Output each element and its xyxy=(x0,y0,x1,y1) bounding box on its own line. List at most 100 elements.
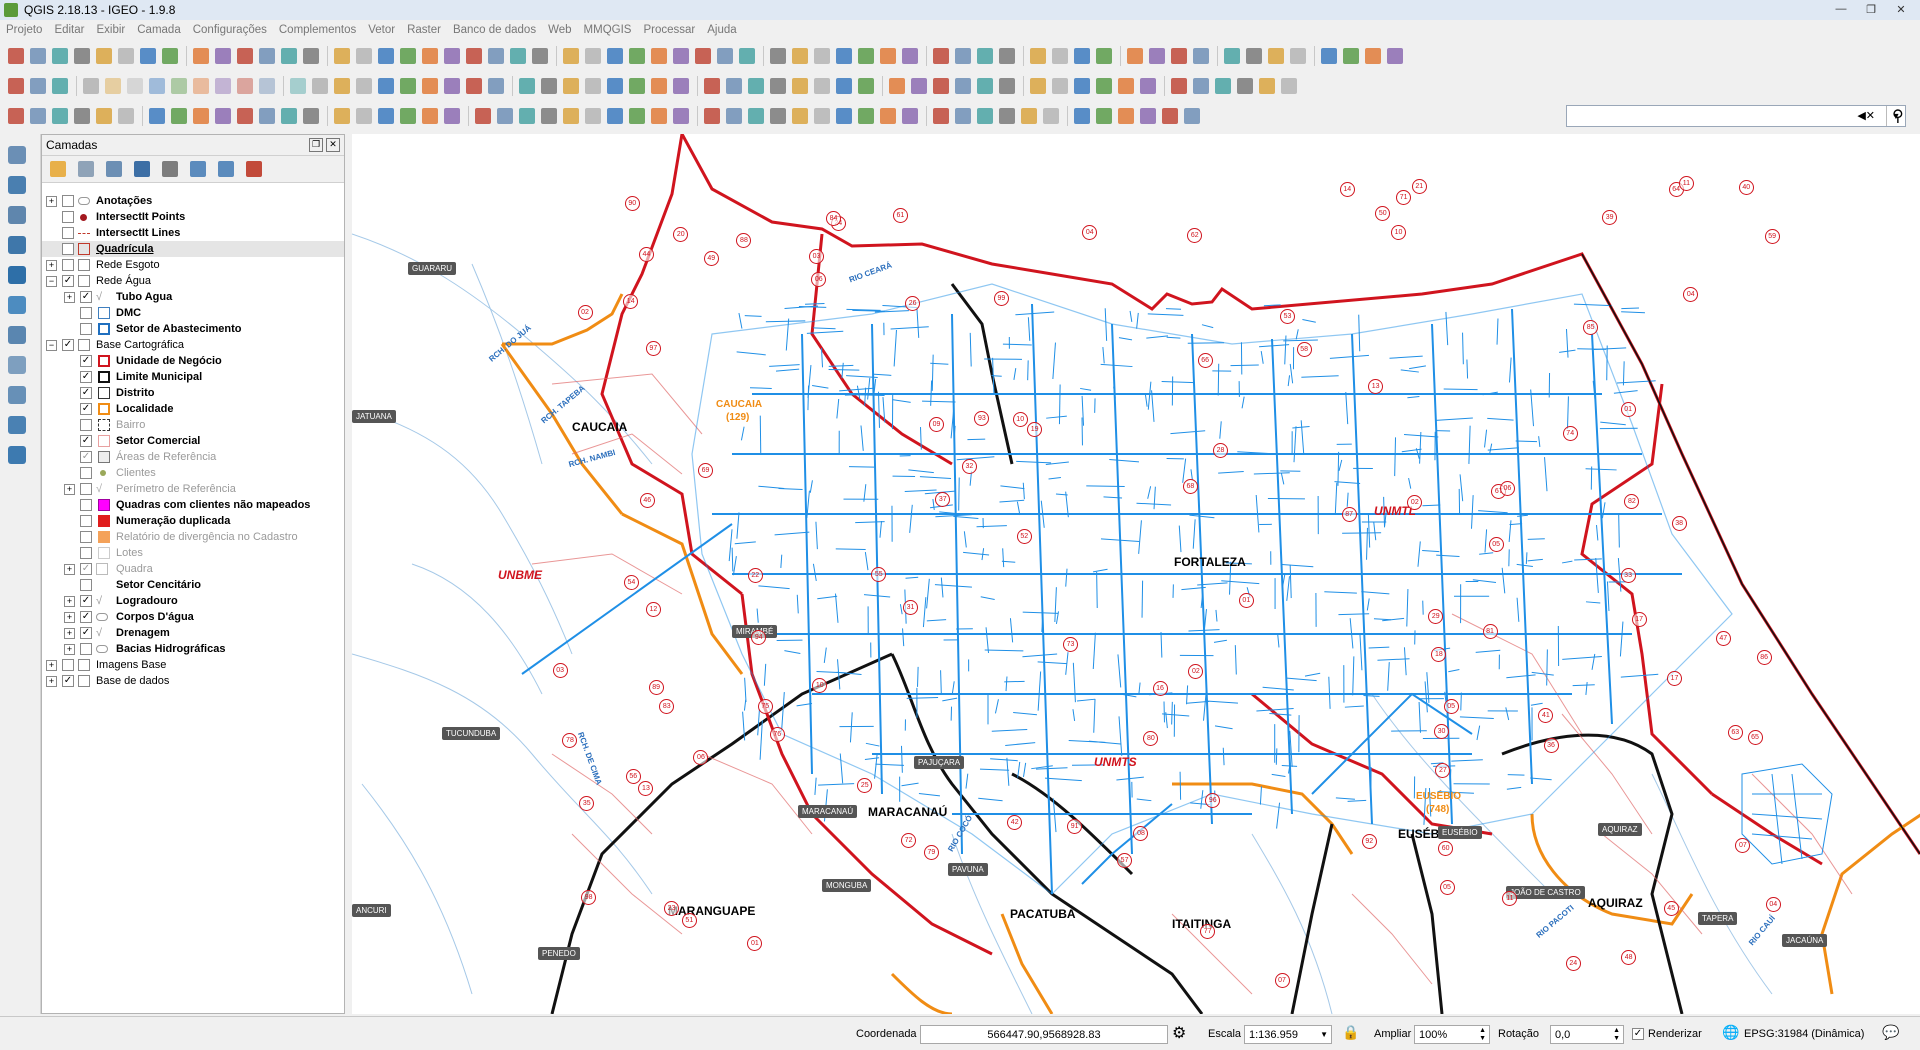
toolbar-tool-icon[interactable] xyxy=(519,108,535,124)
menu-vetor[interactable]: Vetor xyxy=(362,24,401,36)
coordinate-field[interactable]: 566447.90,9568928.83 xyxy=(920,1025,1168,1044)
toolbar-tool-icon[interactable] xyxy=(444,108,460,124)
stepper-icon[interactable]: ▲▼ xyxy=(1479,1027,1486,1043)
menu-exibir[interactable]: Exibir xyxy=(90,24,131,36)
toolbar-tool-icon[interactable] xyxy=(52,108,68,124)
layer-checkbox[interactable] xyxy=(80,483,92,495)
toolbar-tool-icon[interactable] xyxy=(303,48,319,64)
toolbar-tool-icon[interactable] xyxy=(1387,48,1403,64)
layer-row-imagens-base[interactable]: + Imagens Base xyxy=(42,657,344,673)
toolbar-tool-icon[interactable] xyxy=(30,48,46,64)
toolbar-tool-icon[interactable] xyxy=(1246,48,1262,64)
toolbar-tool-icon[interactable] xyxy=(1052,48,1068,64)
layer-checkbox[interactable]: ✓ xyxy=(80,371,92,383)
expand-icon[interactable]: + xyxy=(64,644,75,655)
layer-checkbox[interactable]: ✓ xyxy=(62,675,74,687)
toolbar-tool-icon[interactable] xyxy=(792,48,808,64)
toolbar-tool-icon[interactable] xyxy=(563,78,579,94)
toolbar-tool-icon[interactable] xyxy=(1096,108,1112,124)
toolbar-tool-icon[interactable] xyxy=(378,48,394,64)
toolbar-tool-icon[interactable] xyxy=(193,48,209,64)
toolbar-tool-icon[interactable] xyxy=(651,78,667,94)
toolbar-tool-icon[interactable] xyxy=(466,78,482,94)
layer-checkbox[interactable]: ✓ xyxy=(80,627,92,639)
toolbar-tool-icon[interactable] xyxy=(1365,48,1381,64)
menu-mmqgis[interactable]: MMQGIS xyxy=(578,24,638,36)
layer-checkbox[interactable] xyxy=(80,499,92,511)
toolbar-tool-icon[interactable] xyxy=(237,48,253,64)
toolbar-tool-icon[interactable] xyxy=(748,78,764,94)
layer-row-tubo-agua[interactable]: + ✓ √ Tubo Agua xyxy=(42,289,344,305)
toolbar-tool-icon[interactable] xyxy=(488,78,504,94)
add-mssql-layer-icon[interactable] xyxy=(8,266,26,284)
layer-row-rede-esgoto[interactable]: + Rede Esgoto xyxy=(42,257,344,273)
menu-editar[interactable]: Editar xyxy=(48,24,90,36)
toolbar-tool-icon[interactable] xyxy=(193,78,209,94)
toolbar-tool-icon[interactable] xyxy=(8,48,24,64)
toolbar-tool-icon[interactable] xyxy=(999,108,1015,124)
add-postgis-layer-icon[interactable] xyxy=(8,206,26,224)
toolbar-tool-icon[interactable] xyxy=(118,108,134,124)
toolbar-tool-icon[interactable] xyxy=(1237,78,1253,94)
toolbar-tool-icon[interactable] xyxy=(629,48,645,64)
menu-complementos[interactable]: Complementos xyxy=(273,24,362,36)
toolbar-tool-icon[interactable] xyxy=(1193,48,1209,64)
toolbar-tool-icon[interactable] xyxy=(281,48,297,64)
toolbar-tool-icon[interactable] xyxy=(704,108,720,124)
add-wcs-layer-icon[interactable] xyxy=(8,326,26,344)
expand-icon[interactable]: + xyxy=(64,628,75,639)
layer-checkbox[interactable] xyxy=(80,323,92,335)
layer-row-perimetro-referencia[interactable]: + √ Perímetro de Referência xyxy=(42,481,344,497)
toolbar-tool-icon[interactable] xyxy=(378,108,394,124)
collapse-icon[interactable]: − xyxy=(46,340,57,351)
toolbar-tool-icon[interactable] xyxy=(1171,48,1187,64)
toolbar-tool-icon[interactable] xyxy=(889,78,905,94)
toolbar-tool-icon[interactable] xyxy=(96,48,112,64)
menu-raster[interactable]: Raster xyxy=(401,24,447,36)
toolbar-tool-icon[interactable] xyxy=(1140,108,1156,124)
toolbar-tool-icon[interactable] xyxy=(1184,108,1200,124)
toolbar-tool-icon[interactable] xyxy=(74,108,90,124)
toolbar-tool-icon[interactable] xyxy=(171,108,187,124)
expand-icon[interactable]: + xyxy=(46,196,57,207)
layer-checkbox[interactable] xyxy=(80,547,92,559)
toolbar-tool-icon[interactable] xyxy=(704,78,720,94)
toolbar-tool-icon[interactable] xyxy=(999,78,1015,94)
layer-checkbox[interactable]: ✓ xyxy=(80,435,92,447)
toolbar-tool-icon[interactable] xyxy=(171,78,187,94)
toolbar-tool-icon[interactable] xyxy=(1193,78,1209,94)
toolbar-tool-icon[interactable] xyxy=(475,108,491,124)
toolbar-tool-icon[interactable] xyxy=(629,78,645,94)
toolbar-tool-icon[interactable] xyxy=(880,108,896,124)
layer-checkbox[interactable]: ✓ xyxy=(80,403,92,415)
toolbar-tool-icon[interactable] xyxy=(1215,78,1231,94)
expand-icon[interactable]: + xyxy=(64,612,75,623)
layer-row-quadricula[interactable]: Quadrícula xyxy=(42,241,344,257)
layer-checkbox[interactable] xyxy=(80,531,92,543)
expand-icon[interactable]: + xyxy=(64,484,75,495)
toolbar-tool-icon[interactable] xyxy=(607,78,623,94)
scale-select[interactable]: 1:136.959 ▼ xyxy=(1244,1025,1332,1044)
toolbar-tool-icon[interactable] xyxy=(422,108,438,124)
stepper-icon[interactable]: ▲▼ xyxy=(1613,1027,1620,1043)
close-button[interactable]: ✕ xyxy=(1888,1,1914,17)
layer-row-unidade-negocio[interactable]: ✓ Unidade de Negócio xyxy=(42,353,344,369)
layer-row-base-cartografica[interactable]: − ✓ Base Cartográfica xyxy=(42,337,344,353)
toolbar-tool-icon[interactable] xyxy=(858,78,874,94)
expand-icon[interactable]: + xyxy=(46,260,57,271)
toolbar-tool-icon[interactable] xyxy=(400,48,416,64)
toolbar-tool-icon[interactable] xyxy=(237,78,253,94)
clear-search-icon[interactable]: ◀✕ xyxy=(1857,109,1875,122)
toolbar-tool-icon[interactable] xyxy=(563,48,579,64)
toolbar-tool-icon[interactable] xyxy=(814,48,830,64)
layer-checkbox[interactable] xyxy=(80,467,92,479)
layer-row-distrito[interactable]: ✓ Distrito xyxy=(42,385,344,401)
toolbar-tool-icon[interactable] xyxy=(673,78,689,94)
toggle-extents-icon[interactable]: ⚙ xyxy=(1172,1023,1186,1043)
menu-web[interactable]: Web xyxy=(542,24,577,36)
rotation-spinbox[interactable]: 0,0 ▲▼ xyxy=(1550,1025,1624,1044)
filter-legend-icon[interactable] xyxy=(134,161,150,177)
layer-row-clientes[interactable]: Clientes xyxy=(42,465,344,481)
expand-icon[interactable]: + xyxy=(46,676,57,687)
new-temporary-layer-icon[interactable] xyxy=(8,446,26,464)
